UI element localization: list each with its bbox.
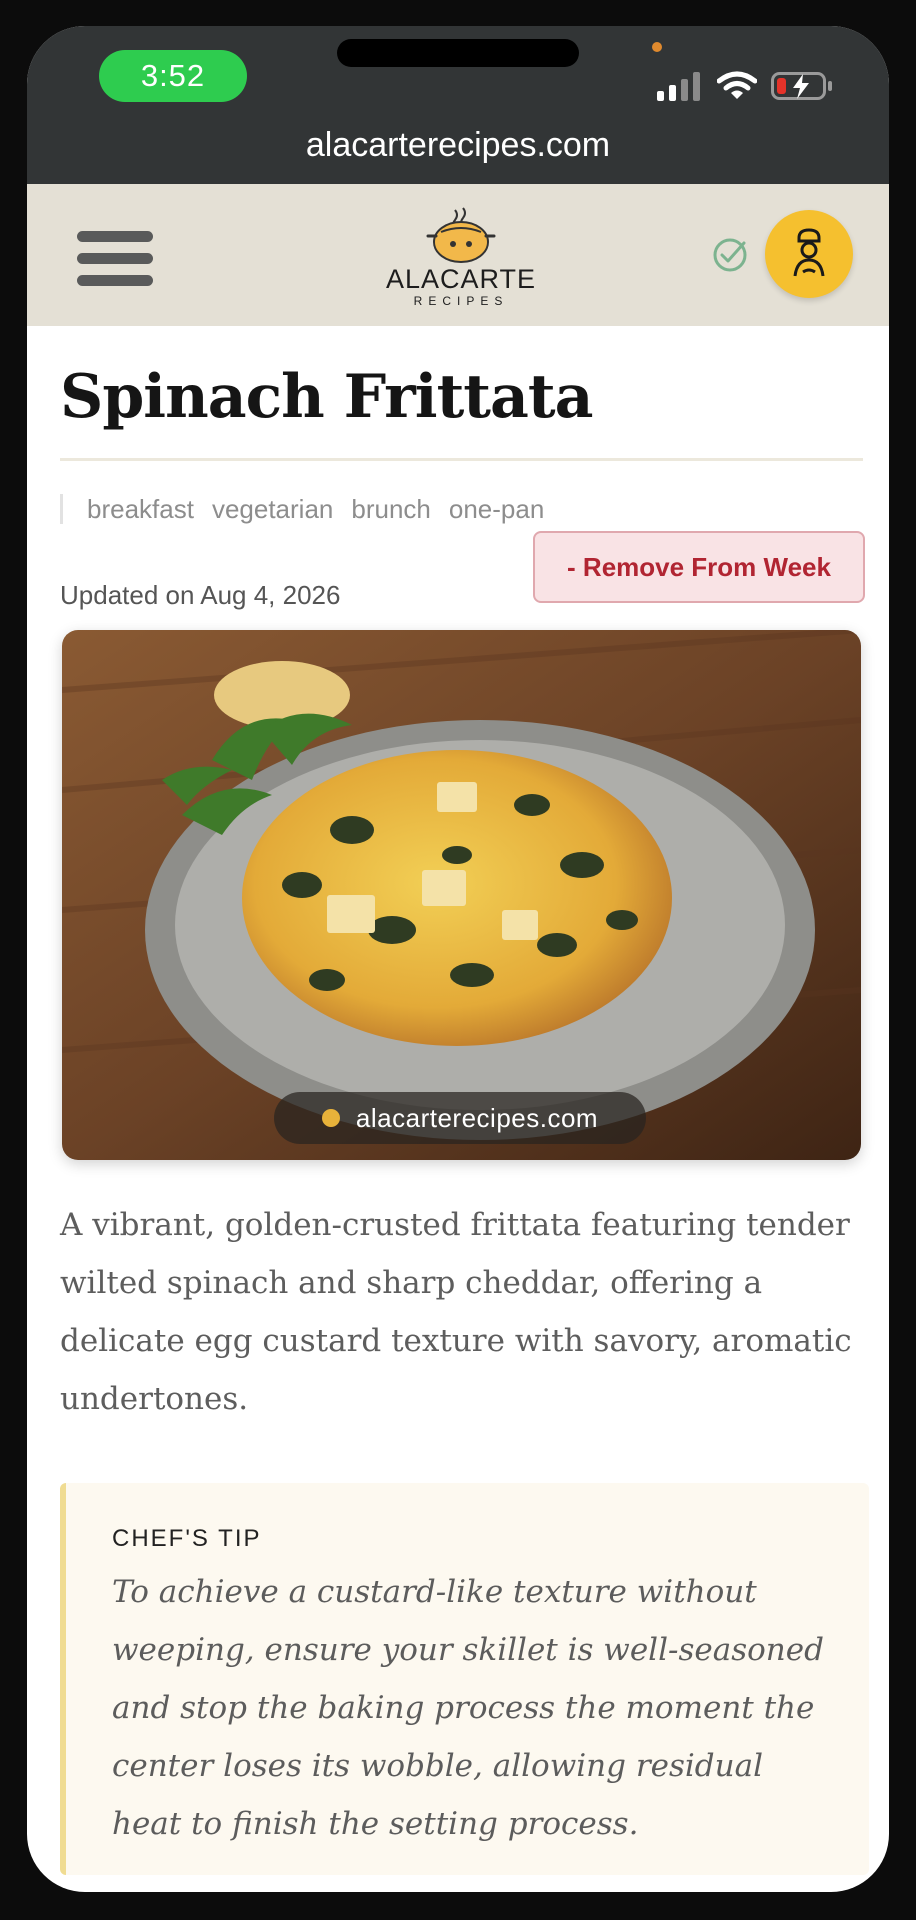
tag-divider [60,494,63,524]
status-time: 3:52 [99,50,247,102]
watermark-text: alacarterecipes.com [355,1102,599,1133]
menu-button[interactable] [67,210,163,306]
chefs-tip-text: To achieve a custard-like texture withou… [112,1574,824,1842]
browser-chrome: 3:52 alacarterecipes.com [27,26,889,184]
title-divider [60,458,863,461]
frittata-illustration [62,630,861,1160]
remove-from-week-button[interactable]: - Remove From Week [533,531,865,603]
profile-button[interactable] [765,210,853,298]
logo-subtitle: RECIPES [413,294,509,308]
photo-watermark: alacarterecipes.com [274,1092,646,1144]
tag-brunch[interactable]: brunch [351,494,431,525]
hamburger-icon-line [77,274,153,286]
updated-date: Updated on Aug 4, 2026 [60,580,341,610]
recipe-description: A vibrant, golden-crusted frittata featu… [60,1207,852,1417]
tag-vegetarian[interactable]: vegetarian [212,494,333,525]
recipe-title: Spinach Frittata [60,362,593,432]
phone-screen: 3:52 alacarterecipes.com ALACARTE RECIPE… [27,26,889,1892]
dynamic-island [337,39,579,67]
hamburger-icon-line [77,252,153,264]
tag-list: breakfast vegetarian brunch one-pan [60,492,562,526]
hamburger-icon-line [77,230,153,242]
privacy-indicator [652,42,662,52]
site-logo[interactable]: ALACARTE RECIPES [381,206,541,310]
address-bar[interactable]: alacarterecipes.com [27,126,889,165]
signal-icon [657,72,700,101]
wifi-icon [717,71,757,99]
site-header: ALACARTE RECIPES [27,184,889,326]
logo-wordmark: ALACARTE [385,264,537,294]
chef-icon [793,228,825,277]
chefs-tip-label: CHEF'S TIP [112,1525,262,1552]
watermark-logo-icon [321,1109,340,1127]
tag-breakfast[interactable]: breakfast [87,494,194,525]
chefs-tip-box: CHEF'S TIP To achieve a custard-like tex… [60,1483,869,1875]
cooking-pot-icon [426,207,496,263]
battery-charging-icon [771,72,832,100]
tag-one-pan[interactable]: one-pan [449,494,544,525]
recipe-photo: alacarterecipes.com [62,630,861,1160]
status-icons [657,68,833,104]
check-circle-icon[interactable] [711,236,749,274]
